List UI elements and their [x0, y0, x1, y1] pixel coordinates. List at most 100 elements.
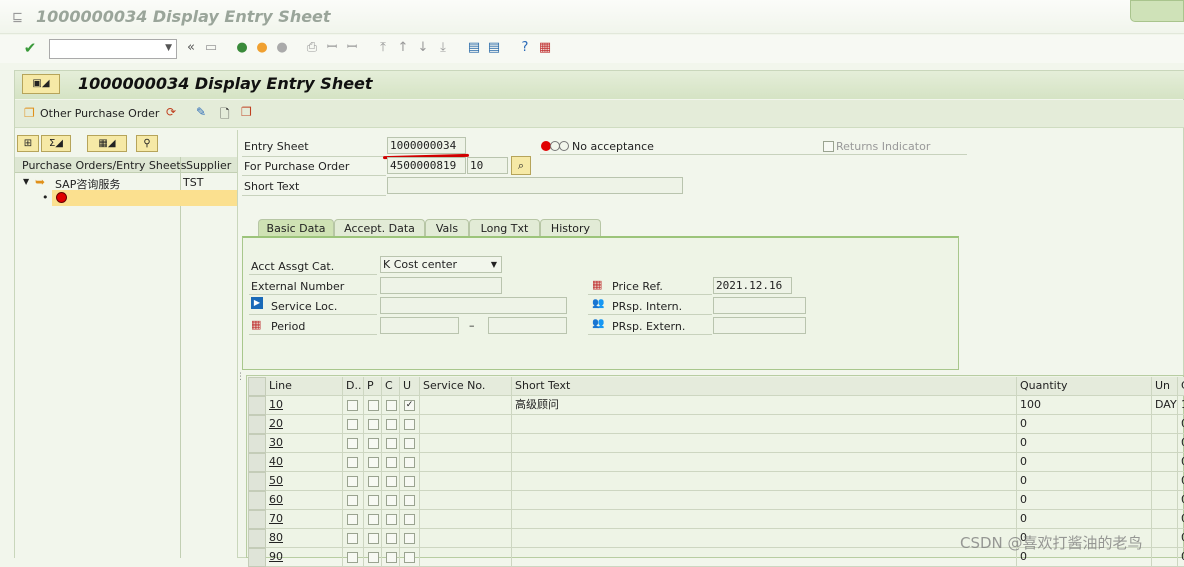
layout-icon[interactable]: ▦◢ — [87, 135, 127, 152]
table-cell-unit[interactable] — [1152, 434, 1178, 453]
col-header-line[interactable]: Line — [266, 377, 343, 396]
table-row-line[interactable]: 10 — [266, 396, 343, 415]
p-checkbox[interactable] — [368, 495, 379, 506]
table-cell-unit[interactable] — [1152, 529, 1178, 548]
table-row-line[interactable]: 80 — [266, 529, 343, 548]
table-cell-service-no[interactable] — [420, 415, 512, 434]
table-cell-service-no[interactable] — [420, 453, 512, 472]
line-link[interactable]: 20 — [269, 417, 283, 430]
period-from-field[interactable] — [380, 317, 459, 334]
u-checkbox[interactable] — [404, 457, 415, 468]
u-checkbox[interactable] — [404, 419, 415, 430]
po-field[interactable]: 4500000819 — [387, 157, 466, 174]
save-icon[interactable]: ▭ — [203, 40, 219, 56]
services-for-object-button[interactable]: ▣◢ — [22, 74, 60, 94]
table-cell-service-no[interactable] — [420, 491, 512, 510]
other-purchase-order-button[interactable]: Other Purchase Order — [40, 107, 159, 120]
first-page-icon[interactable]: ⤒ — [375, 40, 391, 56]
display-change-icon[interactable]: ✎ — [196, 105, 206, 119]
line-link[interactable]: 40 — [269, 455, 283, 468]
c-checkbox[interactable] — [386, 514, 397, 525]
window-controls[interactable] — [1130, 0, 1184, 22]
table-cell-extra[interactable]: 0 — [1178, 491, 1184, 510]
table-cell-short-text[interactable] — [512, 453, 1017, 472]
table-cell-service-no[interactable] — [420, 472, 512, 491]
find-next-icon[interactable]: ꟷ — [344, 40, 360, 56]
table-cell-unit[interactable] — [1152, 472, 1178, 491]
po-item-field[interactable]: 10 — [467, 157, 508, 174]
copy-icon[interactable]: ❐ — [241, 105, 252, 119]
p-checkbox[interactable] — [368, 514, 379, 525]
status-toggle-icon[interactable]: ⟳ — [166, 105, 176, 119]
table-cell-unit[interactable] — [1152, 415, 1178, 434]
row-selector[interactable] — [248, 434, 266, 453]
acct-dropdown[interactable]: K Cost center ▼ — [380, 256, 502, 273]
splitter-handle[interactable]: ⋮ — [236, 372, 245, 382]
d-checkbox[interactable] — [347, 514, 358, 525]
last-page-icon[interactable]: ⤓ — [435, 40, 451, 56]
table-row-line[interactable]: 50 — [266, 472, 343, 491]
u-checkbox[interactable]: ✓ — [404, 400, 415, 411]
p-checkbox[interactable] — [368, 457, 379, 468]
line-link[interactable]: 60 — [269, 493, 283, 506]
select-all-button[interactable] — [248, 377, 266, 396]
c-checkbox[interactable] — [386, 495, 397, 506]
collapse-icon[interactable]: « — [183, 40, 199, 56]
col-header-short-text[interactable]: Short Text — [512, 377, 1017, 396]
tab-vals[interactable]: Vals — [425, 219, 469, 237]
line-link[interactable]: 70 — [269, 512, 283, 525]
table-cell-quantity[interactable]: 0 — [1017, 415, 1152, 434]
table-cell-short-text[interactable] — [512, 491, 1017, 510]
table-row-line[interactable]: 60 — [266, 491, 343, 510]
p-checkbox[interactable] — [368, 419, 379, 430]
table-cell-service-no[interactable] — [420, 434, 512, 453]
table-cell-short-text[interactable]: 高级顾问 — [512, 396, 1017, 415]
tree-col-supplier[interactable]: Supplier — [186, 159, 231, 172]
table-cell-unit[interactable]: DAY — [1152, 396, 1178, 415]
col-header-unit[interactable]: Un — [1152, 377, 1178, 396]
cancel-icon[interactable]: ● — [274, 40, 290, 56]
table-cell-short-text[interactable] — [512, 434, 1017, 453]
returns-checkbox[interactable] — [823, 141, 834, 152]
col-header-c[interactable]: C — [382, 377, 400, 396]
customize-layout-icon[interactable]: ▦ — [537, 40, 553, 56]
price-ref-field[interactable]: 2021.12.16 — [713, 277, 792, 294]
p-checkbox[interactable] — [368, 476, 379, 487]
u-checkbox[interactable] — [404, 438, 415, 449]
row-selector[interactable] — [248, 396, 266, 415]
chevron-down-icon[interactable]: ▼ — [165, 43, 172, 53]
next-page-icon[interactable]: ↓ — [415, 40, 431, 56]
table-cell-extra[interactable]: 0 — [1178, 472, 1184, 491]
short-text-field[interactable] — [387, 177, 683, 194]
col-header-quantity[interactable]: Quantity — [1017, 377, 1152, 396]
table-cell-extra[interactable]: 0 — [1178, 415, 1184, 434]
table-cell-short-text[interactable] — [512, 472, 1017, 491]
shortcut-icon[interactable]: ▤ — [486, 40, 502, 56]
table-cell-extra[interactable]: 1 — [1178, 396, 1184, 415]
c-checkbox[interactable] — [386, 400, 397, 411]
row-selector[interactable] — [248, 491, 266, 510]
d-checkbox[interactable] — [347, 457, 358, 468]
table-cell-short-text[interactable] — [512, 529, 1017, 548]
tree-row-selected[interactable] — [52, 190, 237, 206]
table-cell-extra[interactable]: 0 — [1178, 453, 1184, 472]
period-to-field[interactable] — [488, 317, 567, 334]
d-checkbox[interactable] — [347, 419, 358, 430]
col-header-d[interactable]: D.. — [343, 377, 364, 396]
d-checkbox[interactable] — [347, 476, 358, 487]
tab-basic-data[interactable]: Basic Data — [258, 219, 334, 237]
u-checkbox[interactable] — [404, 495, 415, 506]
u-checkbox[interactable] — [404, 533, 415, 544]
find-icon[interactable]: ꟷ — [324, 40, 340, 56]
table-cell-quantity[interactable]: 0 — [1017, 510, 1152, 529]
row-selector[interactable] — [248, 529, 266, 548]
entry-sheet-field[interactable]: 1000000034 — [387, 137, 466, 154]
expand-icon[interactable]: ▼ — [23, 177, 29, 186]
previous-page-icon[interactable]: ↑ — [395, 40, 411, 56]
tree-col-po[interactable]: Purchase Orders/Entry Sheets — [22, 159, 186, 172]
table-row-line[interactable]: 30 — [266, 434, 343, 453]
c-checkbox[interactable] — [386, 457, 397, 468]
row-selector[interactable] — [248, 453, 266, 472]
table-cell-quantity[interactable]: 0 — [1017, 453, 1152, 472]
new-session-icon[interactable]: ▤ — [466, 40, 482, 56]
